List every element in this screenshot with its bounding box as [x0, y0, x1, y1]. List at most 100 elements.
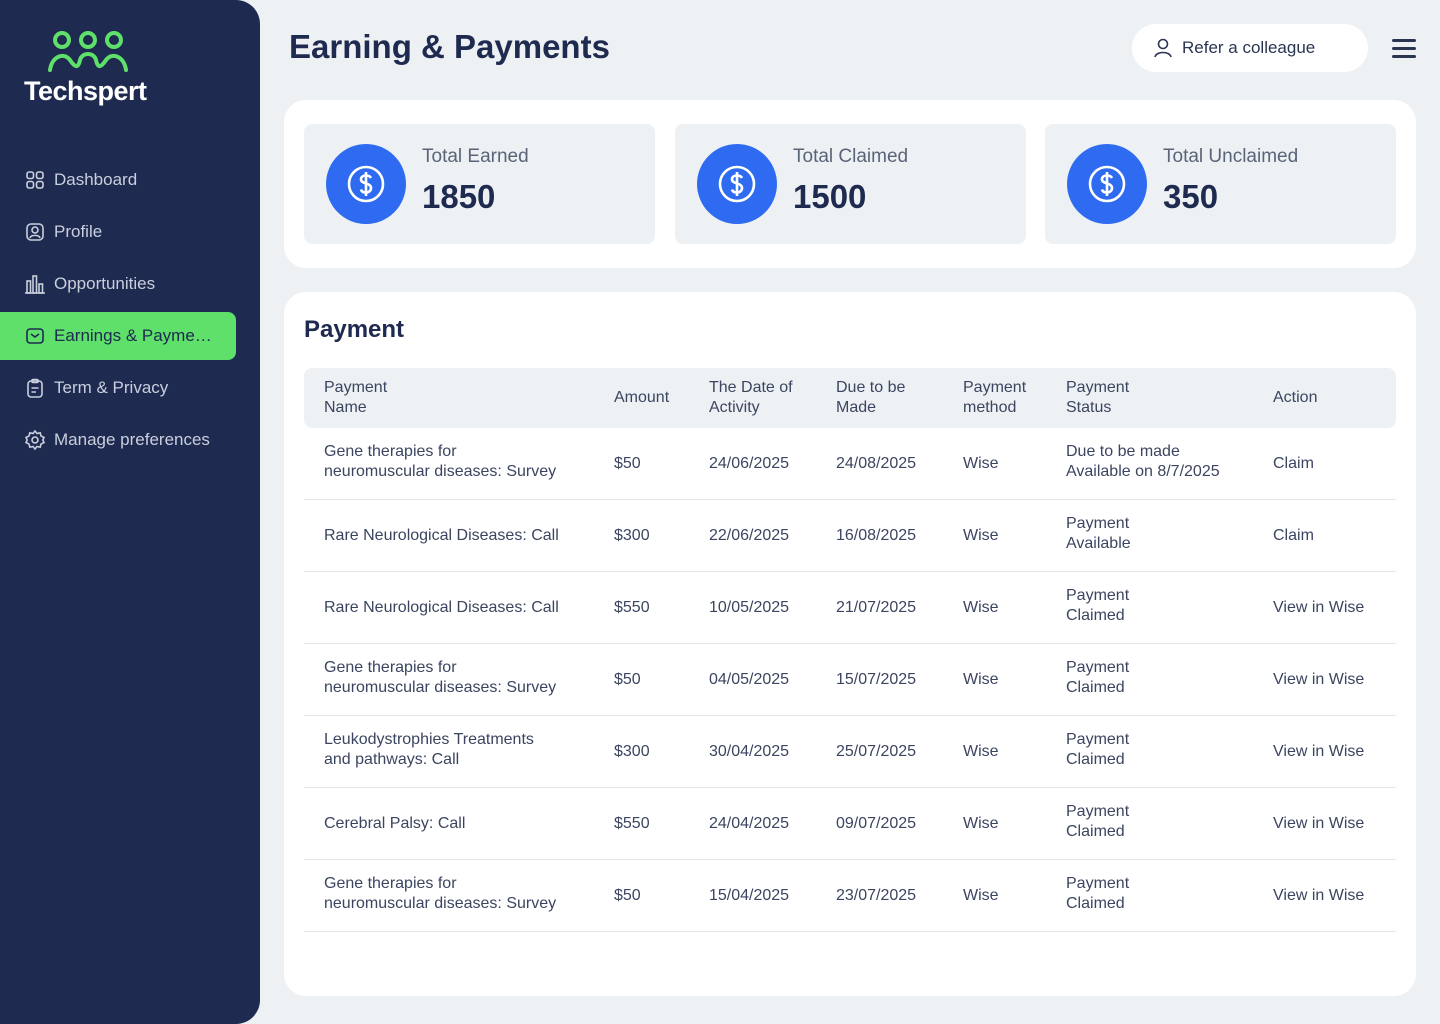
- header-line: Action: [1273, 389, 1318, 406]
- cell-line: neuromuscular diseases: Survey: [324, 679, 557, 696]
- cell-payment-name: Gene therapies for neuromuscular diseases…: [324, 874, 604, 914]
- people-logo-icon: [48, 31, 128, 72]
- table-row: Rare Neurological Diseases: Call $550 10/0…: [304, 572, 1396, 644]
- cell-payment-method: Wise: [963, 455, 999, 472]
- row-action-link[interactable]: View in Wise: [1273, 670, 1393, 690]
- cell-line: Rare Neurological Diseases: Call: [324, 527, 559, 544]
- brand-name: Techspert: [24, 76, 147, 106]
- row-action-link[interactable]: Claim: [1273, 526, 1393, 546]
- bar-chart-icon: [24, 273, 46, 295]
- sidebar-item-term-privacy[interactable]: Term & Privacy: [0, 364, 236, 412]
- sidebar-item-opportunities[interactable]: Opportunities: [0, 260, 236, 308]
- cell-payment-name: Cerebral Palsy: Call: [324, 814, 604, 834]
- cell-amount: $50: [614, 887, 641, 904]
- table-row: Gene therapies for neuromuscular diseases…: [304, 644, 1396, 716]
- cell-activity-date: 30/04/2025: [709, 743, 790, 760]
- cell-line: and pathways: Call: [324, 751, 460, 768]
- cell-activity-date: 10/05/2025: [709, 599, 790, 616]
- column-header-due-date: Due to be Made: [836, 378, 956, 418]
- cell-due-date: 25/07/2025: [836, 743, 917, 760]
- column-header-amount: Amount: [614, 388, 694, 408]
- cell-payment-status: Payment Available: [1066, 514, 1266, 554]
- cell-amount: $300: [614, 527, 650, 544]
- sidebar-item-profile[interactable]: Profile: [0, 208, 236, 256]
- user-icon: [1152, 37, 1174, 59]
- cell-due-date: 16/08/2025: [836, 527, 917, 544]
- cell-payment-status: Payment Claimed: [1066, 802, 1266, 842]
- cell-payment-status: Payment Claimed: [1066, 730, 1266, 770]
- dollar-icon: [1067, 144, 1147, 224]
- cell-line: Claimed: [1066, 823, 1125, 840]
- cell-line: Payment: [1066, 731, 1130, 748]
- gear-icon: [24, 429, 46, 451]
- cell-line: Available on 8/7/2025: [1066, 463, 1220, 480]
- header-line: Activity: [709, 399, 760, 416]
- cell-payment-status: Payment Claimed: [1066, 586, 1266, 626]
- row-action-link[interactable]: View in Wise: [1273, 598, 1393, 618]
- sidebar-item-label: Manage preferences: [54, 430, 210, 449]
- header-line: Status: [1066, 399, 1112, 416]
- sidebar-item-dashboard[interactable]: Dashboard: [0, 156, 236, 204]
- cell-line: Due to be made: [1066, 443, 1180, 460]
- cell-due-date: 15/07/2025: [836, 671, 917, 688]
- header-line: Payment: [1066, 379, 1130, 396]
- cell-line: neuromuscular diseases: Survey: [324, 895, 557, 912]
- table-row: Gene therapies for neuromuscular diseases…: [304, 860, 1396, 932]
- table-body: Gene therapies for neuromuscular diseases…: [304, 428, 1396, 932]
- cell-line: Cerebral Palsy: Call: [324, 815, 466, 832]
- column-header-payment-name: Payment Name: [324, 378, 604, 418]
- sidebar-item-label: Dashboard: [54, 170, 138, 189]
- row-action-link[interactable]: View in Wise: [1273, 742, 1393, 762]
- cell-line: Payment: [1066, 587, 1130, 604]
- table-header: Payment Name Amount The Date of Activity Due …: [304, 368, 1396, 428]
- sidebar-item-label: Term & Privacy: [54, 378, 169, 397]
- sidebar-item-earnings-payments[interactable]: Earnings & Payments: [0, 312, 236, 360]
- payment-section-title: Payment: [304, 316, 405, 343]
- grid-icon: [24, 169, 46, 191]
- sidebar-item-label: Earnings & Payments: [54, 326, 214, 345]
- stat-label: Total Claimed: [793, 146, 909, 167]
- cell-payment-status: Payment Claimed: [1066, 658, 1266, 698]
- header-line: Made: [836, 399, 877, 416]
- total-earned-card: Total Earned 1850: [304, 124, 655, 244]
- stat-value: 350: [1163, 178, 1219, 215]
- cell-line: Claimed: [1066, 895, 1125, 912]
- cell-line: Payment: [1066, 875, 1130, 892]
- row-action-link[interactable]: View in Wise: [1273, 814, 1393, 834]
- cell-activity-date: 24/04/2025: [709, 815, 790, 832]
- cell-amount: $50: [614, 455, 641, 472]
- mail-icon: [24, 325, 46, 347]
- refer-colleague-label: Refer a colleague: [1182, 38, 1316, 57]
- table-row: Rare Neurological Diseases: Call $300 22/0…: [304, 500, 1396, 572]
- cell-activity-date: 22/06/2025: [709, 527, 790, 544]
- row-action-link[interactable]: View in Wise: [1273, 886, 1393, 906]
- sidebar-item-manage-preferences[interactable]: Manage preferences: [0, 416, 236, 464]
- cell-line: Gene therapies for: [324, 875, 457, 892]
- sidebar-item-label: Profile: [54, 222, 103, 241]
- cell-line: neuromuscular diseases: Survey: [324, 463, 557, 480]
- cell-line: Gene therapies for: [324, 659, 457, 676]
- dollar-icon: [326, 144, 406, 224]
- stat-label: Total Unclaimed: [1163, 146, 1299, 167]
- cell-line: Payment: [1066, 803, 1130, 820]
- cell-payment-method: Wise: [963, 527, 999, 544]
- cell-payment-status: Payment Claimed: [1066, 874, 1266, 914]
- cell-line: Claimed: [1066, 607, 1125, 624]
- header-line: method: [963, 399, 1017, 416]
- row-action-link[interactable]: Claim: [1273, 454, 1393, 474]
- hamburger-menu-icon[interactable]: [1390, 36, 1418, 60]
- cell-payment-name: Gene therapies for neuromuscular diseases…: [324, 658, 604, 698]
- cell-due-date: 21/07/2025: [836, 599, 917, 616]
- cell-activity-date: 15/04/2025: [709, 887, 790, 904]
- techspert-logo[interactable]: Techspert: [24, 30, 164, 110]
- refer-colleague-button[interactable]: Refer a colleague: [1132, 24, 1368, 72]
- cell-activity-date: 24/06/2025: [709, 455, 790, 472]
- stat-label: Total Earned: [422, 146, 529, 167]
- cell-due-date: 24/08/2025: [836, 455, 917, 472]
- cell-activity-date: 04/05/2025: [709, 671, 790, 688]
- table-row: Leukodystrophies Treatments and pathways:…: [304, 716, 1396, 788]
- page-title: Earning & Payments: [289, 28, 610, 65]
- cell-payment-method: Wise: [963, 599, 999, 616]
- header-line: The Date of: [709, 379, 793, 396]
- dollar-icon: [697, 144, 777, 224]
